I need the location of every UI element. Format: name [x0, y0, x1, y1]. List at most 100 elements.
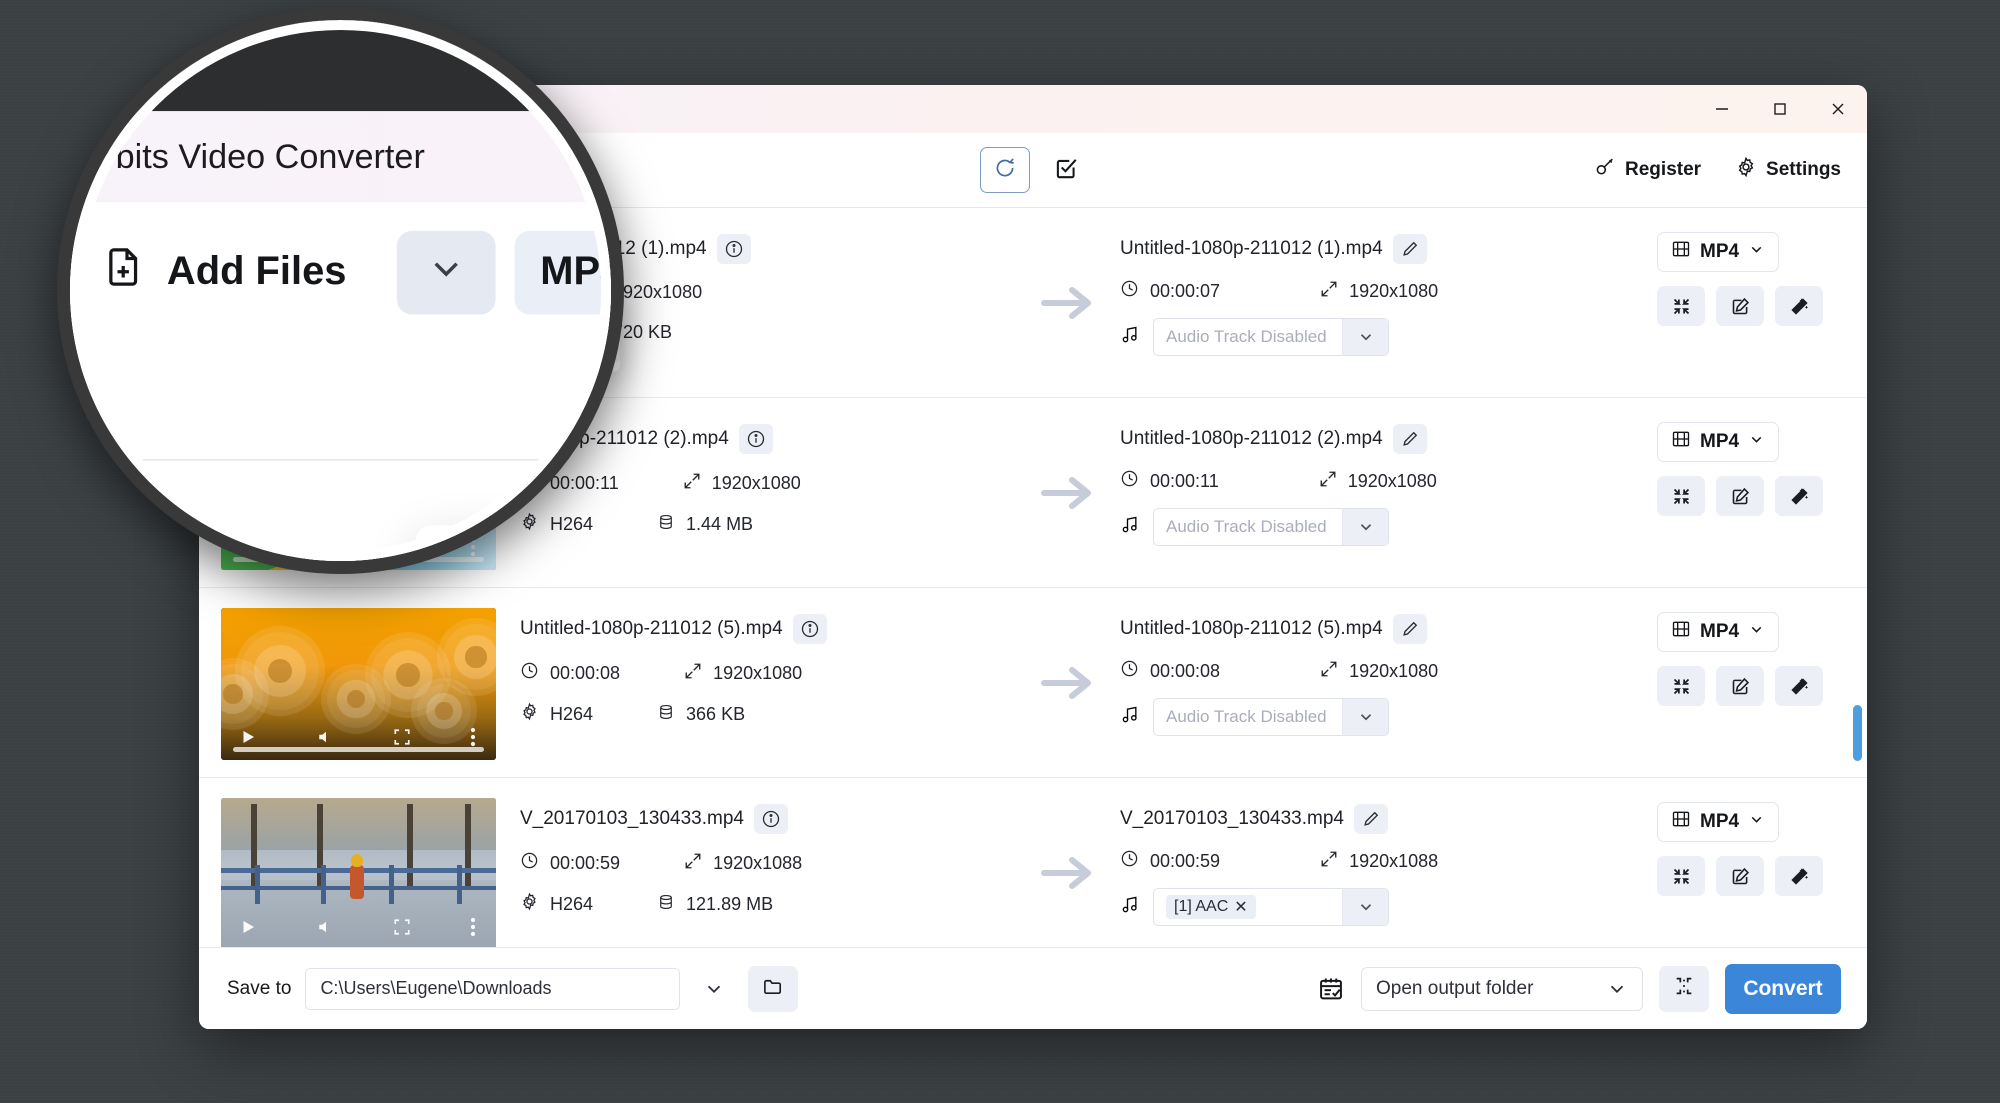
- play-icon[interactable]: [231, 918, 265, 936]
- checkbox-check-icon: [1053, 155, 1079, 186]
- save-path-dropdown-button[interactable]: [694, 969, 734, 1009]
- source-filesize: 366 KB: [657, 703, 745, 726]
- more-options-icon[interactable]: [460, 917, 486, 937]
- clock-icon: [1120, 849, 1139, 873]
- source-filename: V_20170103_130433.mp4: [520, 808, 744, 829]
- magnified-add-files-button[interactable]: Add Files: [74, 231, 377, 315]
- close-icon[interactable]: ✕: [1234, 897, 1247, 917]
- magic-wand-icon[interactable]: [1775, 856, 1823, 896]
- magic-wand-icon[interactable]: [1775, 286, 1823, 326]
- audio-track-select[interactable]: Audio Track Disabled: [1153, 698, 1389, 736]
- chevron-down-icon[interactable]: [1342, 319, 1388, 355]
- audio-track-value: Audio Track Disabled: [1166, 517, 1327, 536]
- fullscreen-icon[interactable]: [387, 918, 417, 936]
- refresh-button[interactable]: [980, 147, 1030, 193]
- thumbnail-player-controls[interactable]: [221, 714, 496, 760]
- fullscreen-icon[interactable]: [387, 728, 417, 746]
- rename-output-button[interactable]: [1392, 614, 1427, 644]
- thumbnail-progress-bar[interactable]: [233, 747, 484, 752]
- rename-output-button[interactable]: [1353, 804, 1388, 834]
- source-filename: Untitled-1080p-211012 (5).mp4: [520, 618, 783, 639]
- row-format-label: MP4: [1700, 621, 1740, 642]
- output-filename: Untitled-1080p-211012 (5).mp4: [1120, 618, 1383, 639]
- output-resolution: 1920x1080: [1319, 470, 1437, 493]
- list-scrollbar[interactable]: [1853, 208, 1862, 947]
- close-button[interactable]: [1809, 85, 1867, 133]
- task-schedule-icon[interactable]: [1317, 975, 1345, 1003]
- clock-icon: [520, 851, 539, 875]
- rename-output-button[interactable]: [1392, 424, 1427, 454]
- compress-icon[interactable]: [1657, 286, 1705, 326]
- audio-track-chip[interactable]: [1] AAC ✕: [1166, 895, 1256, 919]
- output-filename-row: Untitled-1080p-211012 (1).mp4: [1120, 234, 1643, 264]
- save-path-input[interactable]: C:\Users\Eugene\Downloads: [305, 967, 681, 1010]
- compress-icon[interactable]: [1657, 666, 1705, 706]
- edit-icon[interactable]: [1716, 286, 1764, 326]
- chevron-down-icon[interactable]: [1342, 509, 1388, 545]
- source-info: V_20170103_130433.mp4 00:00:59 1920x1088: [496, 798, 1016, 916]
- file-info-button[interactable]: [716, 234, 751, 264]
- settings-button[interactable]: Settings: [1735, 156, 1841, 184]
- audio-track-row: [1] AAC ✕: [1120, 888, 1643, 926]
- magnified-add-files-dropdown-button[interactable]: [395, 230, 495, 315]
- video-thumbnail[interactable]: [221, 608, 496, 760]
- chevron-down-icon[interactable]: [1342, 699, 1388, 735]
- after-conversion-action-select[interactable]: Open output folder: [1361, 966, 1643, 1011]
- play-icon[interactable]: [231, 728, 265, 746]
- chevron-down-icon[interactable]: [1342, 889, 1388, 925]
- film-icon: [1671, 429, 1691, 455]
- resize-icon: [1320, 660, 1338, 683]
- edit-icon[interactable]: [1716, 476, 1764, 516]
- audio-track-select[interactable]: Audio Track Disabled: [1153, 318, 1389, 356]
- audio-track-select[interactable]: Audio Track Disabled: [1153, 508, 1389, 546]
- register-label: Register: [1625, 159, 1702, 180]
- source-filesize: 1.44 MB: [657, 513, 753, 536]
- file-info-button[interactable]: [738, 424, 773, 454]
- compress-icon[interactable]: [1657, 856, 1705, 896]
- thumbnail-player-controls[interactable]: [221, 904, 496, 947]
- maximize-button[interactable]: [1751, 85, 1809, 133]
- convert-button[interactable]: Convert: [1725, 963, 1841, 1014]
- register-button[interactable]: Register: [1594, 156, 1701, 184]
- toolbar-right-group: Register Settings: [1594, 156, 1841, 184]
- magic-wand-icon[interactable]: [1775, 666, 1823, 706]
- audio-track-select[interactable]: [1] AAC ✕: [1153, 888, 1389, 926]
- edit-icon[interactable]: [1716, 856, 1764, 896]
- minimize-button[interactable]: [1693, 85, 1751, 133]
- music-note-icon: [1120, 705, 1140, 730]
- table-row[interactable]: Untitled-1080p-211012 (5).mp4 00:00:08 1…: [199, 588, 1867, 778]
- edit-icon[interactable]: [1716, 666, 1764, 706]
- rename-output-button[interactable]: [1392, 234, 1427, 264]
- output-info: Untitled-1080p-211012 (2).mp4 00:00:11 1…: [1120, 418, 1643, 546]
- source-filename-row: Untitled-1080p-211012 (5).mp4: [520, 614, 1016, 644]
- table-row[interactable]: V_20170103_130433.mp4 00:00:59 1920x1088: [199, 778, 1867, 947]
- scrollbar-thumb[interactable]: [1853, 705, 1862, 761]
- select-all-button[interactable]: [1046, 150, 1086, 190]
- volume-icon[interactable]: [311, 918, 341, 936]
- output-meta-line: 00:00:11 1920x1080: [1120, 469, 1643, 493]
- output-resolution: 1920x1080: [1320, 660, 1438, 683]
- magic-wand-icon[interactable]: [1775, 476, 1823, 516]
- volume-icon[interactable]: [311, 728, 341, 746]
- magnified-format-dropdown[interactable]: MP4: [513, 230, 611, 315]
- row-format-dropdown[interactable]: MP4: [1657, 802, 1780, 842]
- add-file-icon: [100, 244, 146, 301]
- row-format-dropdown[interactable]: MP4: [1657, 422, 1780, 462]
- row-format-dropdown[interactable]: MP4: [1657, 612, 1780, 652]
- source-resolution: 1920x1080: [684, 662, 802, 685]
- file-info-button[interactable]: [792, 614, 827, 644]
- row-actions: MP4: [1643, 228, 1843, 326]
- video-thumbnail[interactable]: [221, 798, 496, 947]
- source-duration: 00:00:08: [520, 661, 620, 685]
- settings-label: Settings: [1766, 159, 1841, 180]
- compress-icon[interactable]: [1657, 476, 1705, 516]
- chevron-down-icon: [1748, 241, 1765, 264]
- browse-folder-button[interactable]: [748, 965, 799, 1012]
- row-format-dropdown[interactable]: MP4: [1657, 232, 1780, 272]
- resize-icon: [1320, 850, 1338, 873]
- gear-icon: [520, 702, 539, 726]
- merge-button[interactable]: [1659, 965, 1709, 1012]
- file-info-button[interactable]: [753, 804, 788, 834]
- more-options-icon[interactable]: [460, 727, 486, 747]
- row-format-label: MP4: [1700, 431, 1740, 452]
